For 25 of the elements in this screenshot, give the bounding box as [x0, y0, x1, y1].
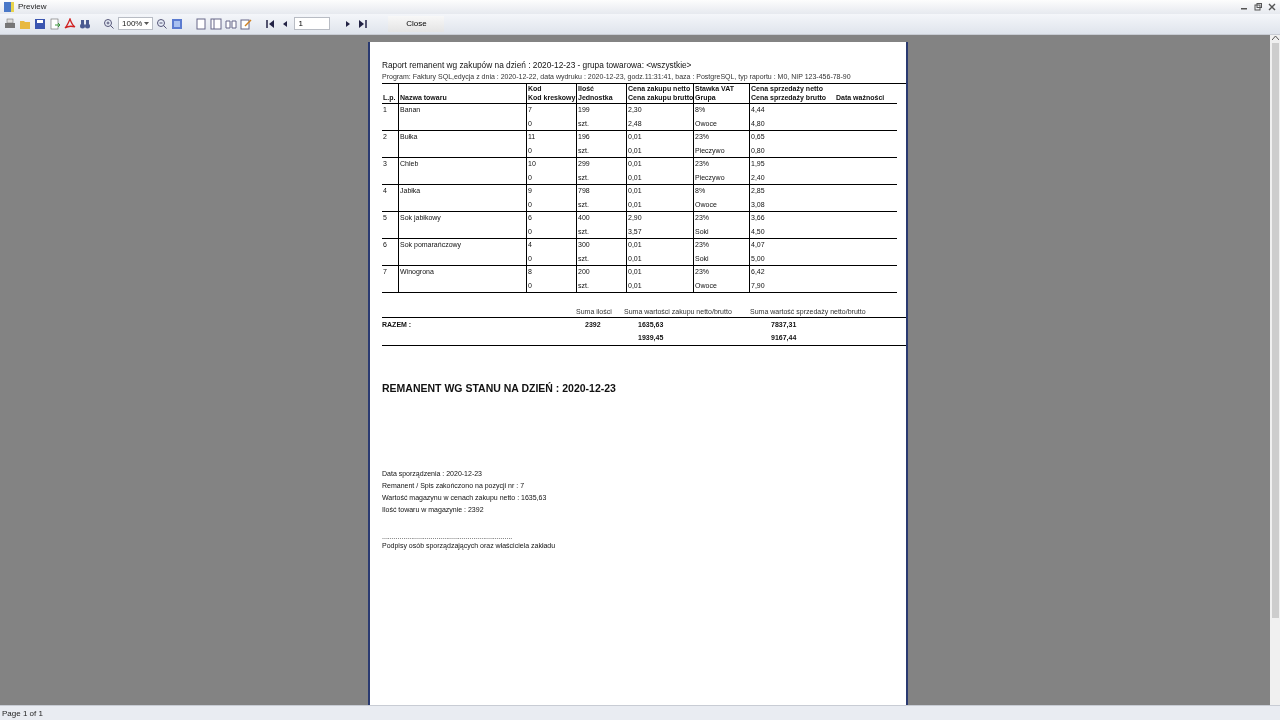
- report-title: Raport remanent wg zakupów na dzień : 2020-12-23 - grupa towarowa: <wszystkie>: [382, 59, 692, 72]
- zoom-out-icon[interactable]: [156, 17, 169, 30]
- last-page-icon[interactable]: [357, 17, 370, 30]
- close-icon[interactable]: [1268, 3, 1276, 11]
- report-heading: REMANENT WG STANU NA DZIEŃ : 2020-12-23: [382, 381, 616, 394]
- vertical-scrollbar[interactable]: [1270, 34, 1280, 706]
- status-text: Page 1 of 1: [2, 708, 43, 718]
- single-page-icon[interactable]: [195, 17, 208, 30]
- app-logo-icon: [4, 2, 14, 12]
- scroll-up-icon[interactable]: [1271, 34, 1279, 41]
- fit-page-icon[interactable]: [171, 17, 184, 30]
- zoom-dropdown[interactable]: 100%: [118, 17, 154, 31]
- window-title: Preview: [18, 2, 47, 12]
- binoculars-icon[interactable]: [79, 17, 91, 30]
- edit-icon[interactable]: [240, 17, 253, 30]
- first-page-icon[interactable]: [264, 17, 277, 30]
- caret-icon: [144, 22, 150, 26]
- export-icon[interactable]: [49, 17, 61, 30]
- zoom-in-icon[interactable]: [103, 17, 115, 30]
- two-pages-icon[interactable]: [210, 17, 223, 30]
- page-number-field[interactable]: 1: [294, 17, 331, 31]
- print-icon[interactable]: [4, 17, 16, 30]
- close-button[interactable]: Close: [388, 15, 445, 32]
- save-icon[interactable]: [34, 17, 46, 30]
- restore-icon[interactable]: [1254, 3, 1262, 11]
